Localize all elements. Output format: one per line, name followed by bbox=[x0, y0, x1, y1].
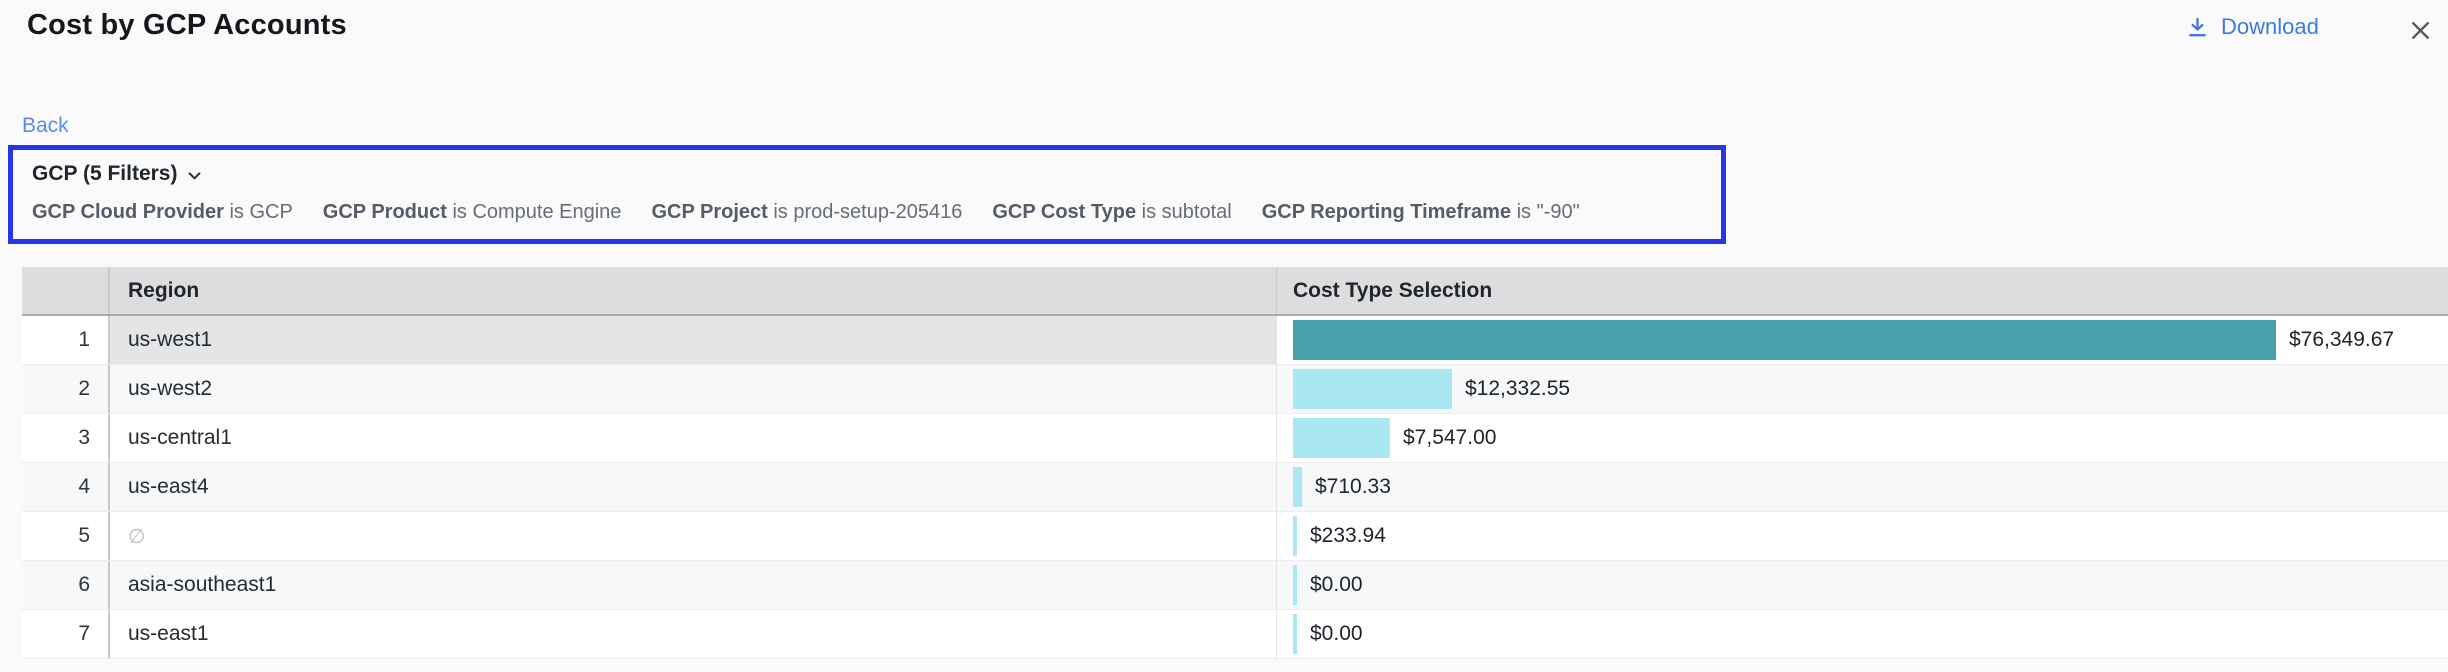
row-number: 4 bbox=[22, 463, 110, 511]
filter-token[interactable]: GCP Cost Type is subtotal bbox=[992, 201, 1231, 224]
filter-token[interactable]: GCP Product is Compute Engine bbox=[323, 201, 622, 224]
corner-header-cell bbox=[22, 267, 110, 314]
download-button[interactable]: Download bbox=[2186, 14, 2319, 40]
cost-value: $0.00 bbox=[1310, 573, 1363, 597]
region-cell[interactable]: ∅ bbox=[110, 512, 1277, 560]
chevron-down-icon bbox=[186, 167, 203, 184]
cost-bar[interactable] bbox=[1293, 369, 1452, 409]
page-title: Cost by GCP Accounts bbox=[27, 9, 347, 42]
table-row: 1 us-west1 $76,349.67 bbox=[22, 316, 2448, 365]
row-number: 7 bbox=[22, 610, 110, 658]
filter-field: GCP Product bbox=[323, 201, 447, 223]
region-cell[interactable]: asia-southeast1 bbox=[110, 561, 1277, 609]
filter-field: GCP Cloud Provider bbox=[32, 201, 224, 223]
row-number: 1 bbox=[22, 316, 110, 364]
table-row: 2 us-west2 $12,332.55 bbox=[22, 365, 2448, 414]
filter-condition: is GCP bbox=[224, 201, 293, 223]
filter-condition: is "-90" bbox=[1511, 201, 1580, 223]
filters-summary-label: GCP (5 Filters) bbox=[32, 162, 177, 186]
cost-value: $710.33 bbox=[1315, 475, 1391, 499]
cost-bar[interactable] bbox=[1293, 320, 2276, 360]
cost-cell: $0.00 bbox=[1277, 561, 2448, 609]
region-cell[interactable]: us-east1 bbox=[110, 610, 1277, 658]
filter-token[interactable]: GCP Project is prod-setup-205416 bbox=[651, 201, 962, 224]
row-number: 5 bbox=[22, 512, 110, 560]
cost-cell: $710.33 bbox=[1277, 463, 2448, 511]
cost-bar[interactable] bbox=[1293, 516, 1297, 556]
cost-value: $12,332.55 bbox=[1465, 377, 1570, 401]
cost-bar[interactable] bbox=[1293, 418, 1390, 458]
filter-condition: is Compute Engine bbox=[447, 201, 622, 223]
cost-by-gcp-accounts-panel: Cost by GCP Accounts Download Back GCP (… bbox=[0, 0, 2448, 672]
back-link[interactable]: Back bbox=[22, 114, 69, 138]
row-number: 2 bbox=[22, 365, 110, 413]
download-label: Download bbox=[2221, 14, 2319, 40]
row-number: 3 bbox=[22, 414, 110, 462]
filter-token[interactable]: GCP Reporting Timeframe is "-90" bbox=[1262, 201, 1580, 224]
cost-bar[interactable] bbox=[1293, 565, 1297, 605]
table-row: 3 us-central1 $7,547.00 bbox=[22, 414, 2448, 463]
cost-value: $233.94 bbox=[1310, 524, 1386, 548]
cost-bar[interactable] bbox=[1293, 467, 1302, 507]
table-row: 5 ∅ $233.94 bbox=[22, 512, 2448, 561]
region-cell[interactable]: us-central1 bbox=[110, 414, 1277, 462]
filter-field: GCP Project bbox=[651, 201, 767, 223]
filter-field: GCP Cost Type bbox=[992, 201, 1136, 223]
filter-token[interactable]: GCP Cloud Provider is GCP bbox=[32, 201, 293, 224]
filters-row: GCP Cloud Provider is GCP GCP Product is… bbox=[32, 201, 1721, 224]
region-cell[interactable]: us-west1 bbox=[110, 316, 1277, 364]
filter-field: GCP Reporting Timeframe bbox=[1262, 201, 1511, 223]
row-number: 6 bbox=[22, 561, 110, 609]
cost-column-header[interactable]: Cost Type Selection bbox=[1277, 267, 2448, 314]
data-table: Region Cost Type Selection 1 us-west1 $7… bbox=[22, 267, 2448, 659]
filter-condition: is prod-setup-205416 bbox=[768, 201, 963, 223]
download-icon bbox=[2186, 16, 2209, 39]
table-row: 4 us-east4 $710.33 bbox=[22, 463, 2448, 512]
region-column-header[interactable]: Region bbox=[110, 267, 1277, 314]
table-row: 6 asia-southeast1 $0.00 bbox=[22, 561, 2448, 610]
table-header: Region Cost Type Selection bbox=[22, 267, 2448, 316]
cost-value: $76,349.67 bbox=[2289, 328, 2394, 352]
close-button[interactable] bbox=[2404, 14, 2436, 46]
close-icon bbox=[2408, 18, 2433, 43]
region-cell[interactable]: us-west2 bbox=[110, 365, 1277, 413]
cost-cell: $12,332.55 bbox=[1277, 365, 2448, 413]
region-cell[interactable]: us-east4 bbox=[110, 463, 1277, 511]
cost-cell: $7,547.00 bbox=[1277, 414, 2448, 462]
filters-summary-toggle[interactable]: GCP (5 Filters) bbox=[32, 162, 203, 186]
table-body: 1 us-west1 $76,349.67 2 us-west2 $12,332… bbox=[22, 316, 2448, 659]
filters-box: GCP (5 Filters) GCP Cloud Provider is GC… bbox=[8, 145, 1726, 244]
cost-cell: $233.94 bbox=[1277, 512, 2448, 560]
table-row: 7 us-east1 $0.00 bbox=[22, 610, 2448, 659]
cost-value: $7,547.00 bbox=[1403, 426, 1496, 450]
filter-condition: is subtotal bbox=[1136, 201, 1232, 223]
cost-cell: $0.00 bbox=[1277, 610, 2448, 658]
cost-bar[interactable] bbox=[1293, 614, 1297, 654]
cost-value: $0.00 bbox=[1310, 622, 1363, 646]
cost-cell: $76,349.67 bbox=[1277, 316, 2448, 364]
